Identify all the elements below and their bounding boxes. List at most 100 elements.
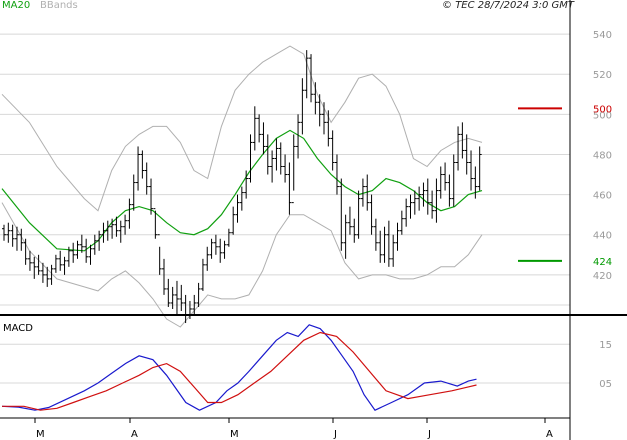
macd-panel-label: MACD xyxy=(3,323,33,334)
ohlc-bar xyxy=(157,234,162,275)
ohlc-bar xyxy=(144,162,149,195)
ohlc-bar xyxy=(231,206,236,235)
ohlc-bar xyxy=(127,198,132,229)
ohlc-bar xyxy=(205,246,210,271)
x-tick-label: A xyxy=(546,429,553,440)
ohlc-bar xyxy=(408,194,413,219)
ohlc-bar xyxy=(352,218,357,243)
price-tick-label: 440 xyxy=(593,231,612,242)
ohlc-bar xyxy=(270,150,275,183)
ohlc-bar xyxy=(378,230,383,263)
ohlc-bar xyxy=(369,194,374,235)
price-tick-label: 520 xyxy=(593,70,612,81)
ohlc-bar xyxy=(438,166,443,199)
ohlc-bar xyxy=(399,210,404,235)
price-tick-label: 540 xyxy=(593,30,612,41)
ohlc-bar xyxy=(187,300,192,320)
bbands-legend: BBands xyxy=(40,0,78,11)
ohlc-bar xyxy=(395,222,400,251)
macd-tick-label: 15 xyxy=(599,340,612,351)
ohlc-bar xyxy=(166,278,171,307)
ohlc-bar xyxy=(153,208,158,239)
ohlc-bar xyxy=(469,150,474,191)
price-tick-label: 460 xyxy=(593,191,612,202)
ohlc-bar xyxy=(330,130,335,171)
ohlc-bar xyxy=(283,154,288,183)
ohlc-bar xyxy=(131,174,136,211)
ohlc-bar xyxy=(252,106,257,151)
ohlc-bar xyxy=(317,94,322,127)
ohlc-bar xyxy=(118,220,123,243)
ohlc-bar xyxy=(382,226,387,263)
ohlc-bar xyxy=(451,154,456,207)
stock-chart: 420 440 460 480 500 520 540 05 15 500 424 M A M J J A MA… xyxy=(0,0,627,440)
x-tick-label: J xyxy=(333,429,337,440)
ohlc-bar xyxy=(425,178,430,215)
ohlc-bar xyxy=(300,78,305,135)
ohlc-bar xyxy=(278,142,283,175)
ohlc-bar xyxy=(14,226,19,251)
ohlc-bar xyxy=(386,220,391,267)
price-tick-label: 480 xyxy=(593,150,612,161)
bb-upper-line xyxy=(1,45,483,212)
ohlc-bar xyxy=(291,134,296,204)
ohlc-bar xyxy=(239,186,244,211)
ohlc-bar xyxy=(287,162,292,215)
ohlc-bar xyxy=(222,240,227,259)
macd-tick-label: 05 xyxy=(599,379,612,390)
x-tick-label: M xyxy=(230,429,239,440)
ohlc-bar xyxy=(27,250,32,271)
ohlc-bar xyxy=(334,154,339,195)
level-label: 424 xyxy=(593,257,612,268)
ohlc-bar xyxy=(313,82,318,115)
ohlc-bar xyxy=(62,256,67,275)
ohlc-bar xyxy=(105,220,110,241)
price-tick-label: 420 xyxy=(593,271,612,282)
bb-lower-line xyxy=(1,202,483,328)
ohlc-bar xyxy=(209,238,214,259)
ma20-legend: MA20 xyxy=(2,0,30,11)
ohlc-bar xyxy=(235,194,240,223)
ohlc-bar xyxy=(322,102,326,135)
x-tick-label: A xyxy=(131,429,138,440)
ohlc-bar xyxy=(391,234,396,267)
ohlc-bar xyxy=(71,242,76,263)
ohlc-bar xyxy=(261,122,266,155)
ohlc-bar xyxy=(218,238,223,263)
ohlc-bar xyxy=(347,206,352,235)
ohlc-bar xyxy=(2,224,6,241)
ohlc-bar xyxy=(434,178,439,223)
ohlc-bar xyxy=(473,166,478,199)
ohlc-bar xyxy=(10,224,15,247)
ohlc-bar xyxy=(32,256,37,279)
ohlc-bar xyxy=(162,258,166,295)
ohlc-bar xyxy=(36,254,41,275)
ohlc-bar xyxy=(6,222,11,243)
ohlc-bar xyxy=(136,146,141,191)
ohlc-bar xyxy=(404,198,409,227)
ohlc-bar xyxy=(123,214,128,235)
ohlc-bar xyxy=(443,162,448,191)
chart-canvas: 4204404604805005205400515500424M A M J J A MA… xyxy=(0,0,627,440)
ohlc-bar xyxy=(447,174,452,207)
ohlc-bar xyxy=(58,250,63,271)
ohlc-bar xyxy=(257,114,262,143)
ohlc-bar xyxy=(417,186,422,211)
ohlc-bar xyxy=(326,110,331,147)
ohlc-bar xyxy=(53,254,58,273)
ohlc-bar xyxy=(248,134,253,183)
ohlc-bar xyxy=(343,214,348,259)
ohlc-bar xyxy=(339,178,344,251)
ohlc-bar xyxy=(477,146,482,191)
ohlc-bar xyxy=(174,280,179,315)
ohlc-bar xyxy=(179,284,184,311)
ohlc-bar xyxy=(356,190,361,239)
x-tick-label: M xyxy=(36,429,45,440)
ohlc-bar xyxy=(213,234,218,255)
ohlc-bar xyxy=(97,230,102,251)
copyright-text: © TEC 28/7/2024 3:0 GMT xyxy=(442,0,575,11)
ohlc-bar xyxy=(456,126,461,171)
x-tick-label: J xyxy=(427,429,431,440)
ohlc-bar xyxy=(170,286,175,309)
level-label: 500 xyxy=(593,104,612,115)
